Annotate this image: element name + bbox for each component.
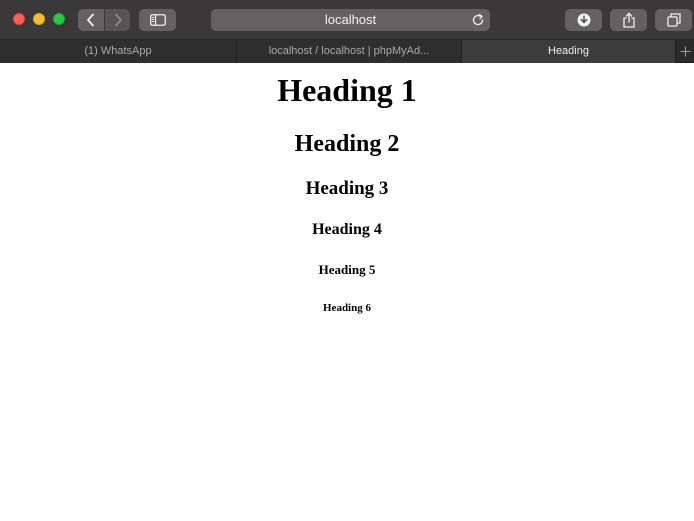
heading-1: Heading 1: [277, 72, 417, 108]
sidebar-toggle-button[interactable]: [139, 9, 176, 31]
tab-whatsapp[interactable]: (1) WhatsApp: [0, 40, 237, 63]
zoom-window-button[interactable]: [53, 13, 65, 25]
share-button[interactable]: [610, 9, 647, 31]
heading-2: Heading 2: [294, 131, 400, 157]
forward-button[interactable]: [105, 9, 130, 31]
heading-3: Heading 3: [305, 178, 389, 199]
plus-icon: [680, 46, 690, 57]
address-bar-text[interactable]: localhost: [211, 9, 490, 31]
tab-overview-icon: [666, 13, 681, 27]
tab-bar: (1) WhatsApp localhost / localhost | php…: [0, 40, 694, 63]
back-button[interactable]: [78, 9, 104, 31]
sidebar-icon: [149, 14, 166, 26]
chevron-right-icon: [114, 13, 122, 27]
reload-icon[interactable]: [471, 13, 485, 27]
downloads-button[interactable]: [565, 9, 602, 31]
close-window-button[interactable]: [13, 13, 25, 25]
tab-phpmyadmin[interactable]: localhost / localhost | phpMyAd...: [237, 40, 462, 63]
heading-4: Heading 4: [312, 221, 382, 238]
new-tab-button[interactable]: [676, 40, 694, 63]
share-icon: [622, 12, 635, 28]
minimize-window-button[interactable]: [33, 13, 45, 25]
chevron-left-icon: [87, 13, 94, 27]
tab-heading[interactable]: Heading: [462, 40, 676, 63]
tab-overview-button[interactable]: [655, 9, 692, 31]
heading-6: Heading 6: [323, 302, 371, 314]
page-content: Heading 1 Heading 2 Heading 3 Heading 4 …: [0, 64, 694, 521]
browser-window: localhost (1) WhatsApp localhost / local…: [0, 0, 694, 521]
browser-toolbar: localhost: [0, 0, 694, 40]
heading-5: Heading 5: [318, 262, 376, 277]
address-bar[interactable]: localhost: [211, 9, 490, 31]
download-icon: [577, 13, 590, 27]
